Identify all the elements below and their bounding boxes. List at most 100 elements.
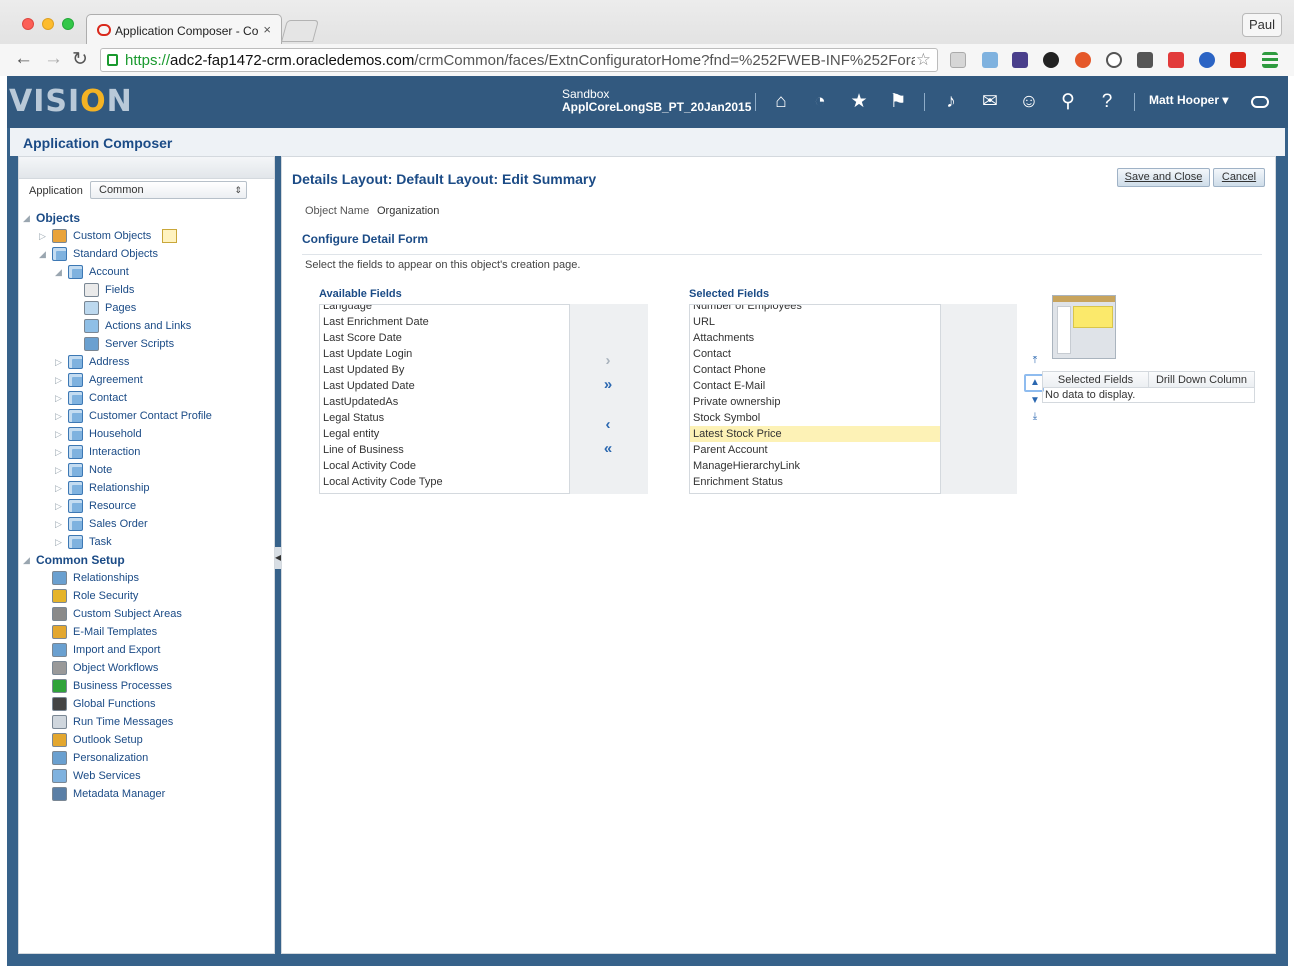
available-field-item[interactable]: Last Update Login: [320, 346, 569, 362]
bookmark-star-icon[interactable]: ☆: [916, 50, 931, 70]
accessibility-icon[interactable]: ☺: [1017, 90, 1041, 114]
signout-icon[interactable]: [1251, 96, 1269, 108]
collapsed-disclosure-icon[interactable]: ▷: [55, 479, 65, 497]
collapsed-disclosure-icon[interactable]: ▷: [55, 497, 65, 515]
tree-object-task[interactable]: ▷ Task: [19, 533, 274, 551]
tree-object-note[interactable]: ▷ Note: [19, 461, 274, 479]
browser-tab-active[interactable]: Application Composer - Co ×: [86, 14, 282, 44]
expanded-disclosure-icon[interactable]: ◢: [23, 209, 33, 227]
tree-setup-metadata-manager[interactable]: Metadata Manager: [19, 785, 274, 803]
save-and-close-button[interactable]: Save and Close: [1117, 168, 1210, 187]
browser-menu-icon[interactable]: [1262, 52, 1278, 68]
expanded-disclosure-icon[interactable]: ◢: [23, 551, 33, 569]
extension-in-icon[interactable]: [950, 52, 966, 68]
available-field-item[interactable]: LastUpdatedAs: [320, 394, 569, 410]
move-all-right-icon[interactable]: »: [597, 376, 619, 394]
tree-object-contact[interactable]: ▷ Contact: [19, 389, 274, 407]
selected-field-item[interactable]: ManageHierarchyLink: [690, 458, 940, 474]
messages-icon[interactable]: ✉: [978, 90, 1002, 114]
reload-icon[interactable]: ↻: [72, 48, 88, 71]
drill-header-drill-down-column[interactable]: Drill Down Column: [1149, 372, 1254, 388]
selected-field-item[interactable]: Private ownership: [690, 394, 940, 410]
tree-object-household[interactable]: ▷ Household: [19, 425, 274, 443]
window-minimize-button[interactable]: [42, 18, 54, 30]
tree-object-interaction[interactable]: ▷ Interaction: [19, 443, 274, 461]
collapsed-disclosure-icon[interactable]: ▷: [55, 425, 65, 443]
available-field-item[interactable]: Local Activity Code Type: [320, 474, 569, 490]
collapsed-disclosure-icon[interactable]: ▷: [55, 389, 65, 407]
tree-common-setup-heading[interactable]: ◢ Common Setup: [19, 551, 274, 569]
available-field-item[interactable]: Legal entity: [320, 426, 569, 442]
tree-setup-import-and-export[interactable]: Import and Export: [19, 641, 274, 659]
drill-header-selected-fields[interactable]: Selected Fields: [1043, 372, 1149, 388]
extension-folder-icon[interactable]: [982, 52, 998, 68]
tree-setup-outlook-setup[interactable]: Outlook Setup: [19, 731, 274, 749]
home-icon[interactable]: ⌂: [769, 90, 793, 114]
create-custom-object-icon[interactable]: [162, 229, 177, 243]
extension-c-icon[interactable]: [1199, 52, 1215, 68]
move-all-left-icon[interactable]: «: [597, 440, 619, 458]
window-maximize-button[interactable]: [62, 18, 74, 30]
extension-heart-icon[interactable]: [1168, 52, 1184, 68]
move-down-icon[interactable]: ▼: [1029, 395, 1041, 407]
collapsed-disclosure-icon[interactable]: ▷: [55, 407, 65, 425]
tree-standard-objects[interactable]: ◢ Standard Objects: [19, 245, 274, 263]
tree-object-agreement[interactable]: ▷ Agreement: [19, 371, 274, 389]
cancel-button[interactable]: Cancel: [1213, 168, 1265, 187]
move-to-top-icon[interactable]: ⤒: [1029, 355, 1041, 367]
help-icon[interactable]: ?: [1095, 90, 1119, 114]
address-bar[interactable]: https://adc2-fap1472-crm.oracledemos.com…: [100, 48, 938, 72]
tree-object-relationship[interactable]: ▷ Relationship: [19, 479, 274, 497]
forward-icon[interactable]: →: [44, 48, 63, 70]
notifications-bell-icon[interactable]: ♪: [939, 90, 963, 114]
selected-field-item[interactable]: Attachments: [690, 330, 940, 346]
available-field-item[interactable]: Last Updated Date: [320, 378, 569, 394]
selected-field-item[interactable]: Latest Stock Price: [690, 426, 940, 442]
tree-setup-relationships[interactable]: Relationships: [19, 569, 274, 587]
tree-account[interactable]: ◢ Account: [19, 263, 274, 281]
new-tab-button[interactable]: [281, 20, 319, 42]
collapsed-disclosure-icon[interactable]: ▷: [55, 353, 65, 371]
search-icon[interactable]: ⚲: [1056, 90, 1080, 114]
available-field-item[interactable]: Line of Business: [320, 442, 569, 458]
window-close-button[interactable]: [22, 18, 34, 30]
expanded-disclosure-icon[interactable]: ◢: [55, 263, 65, 281]
tree-setup-global-functions[interactable]: Global Functions: [19, 695, 274, 713]
available-field-item[interactable]: Local Activity Code: [320, 458, 569, 474]
extension-cors-icon[interactable]: [1230, 52, 1246, 68]
available-fields-list[interactable]: Language Last Enrichment Date Last Score D…: [319, 304, 570, 494]
collapsed-disclosure-icon[interactable]: ▷: [55, 533, 65, 551]
selected-field-item[interactable]: Stock Symbol: [690, 410, 940, 426]
application-select[interactable]: Common ⇕: [90, 181, 247, 199]
tree-setup-web-services[interactable]: Web Services: [19, 767, 274, 785]
collapsed-disclosure-icon[interactable]: ▷: [55, 371, 65, 389]
available-field-item[interactable]: Language: [320, 305, 569, 314]
tree-account-actions-and-links[interactable]: Actions and Links: [19, 317, 274, 335]
move-to-bottom-icon[interactable]: ⤓: [1029, 411, 1041, 423]
sandbox-indicator[interactable]: Sandbox ApplCoreLongSB_PT_20Jan2015: [562, 88, 751, 114]
extension-pocket-icon[interactable]: [1137, 52, 1153, 68]
tree-setup-e-mail-templates[interactable]: E-Mail Templates: [19, 623, 274, 641]
profile-button[interactable]: Paul: [1242, 13, 1282, 37]
tree-setup-run-time-messages[interactable]: Run Time Messages: [19, 713, 274, 731]
selected-field-item[interactable]: URL: [690, 314, 940, 330]
collapsed-disclosure-icon[interactable]: ▷: [55, 515, 65, 533]
extension-info-icon[interactable]: [1106, 52, 1122, 68]
expanded-disclosure-icon[interactable]: ◢: [39, 245, 49, 263]
tab-close-icon[interactable]: ×: [263, 22, 271, 37]
tree-setup-role-security[interactable]: Role Security: [19, 587, 274, 605]
favorites-star-icon[interactable]: ★: [847, 90, 871, 114]
flag-icon[interactable]: ⚑: [886, 90, 910, 114]
selected-field-item[interactable]: Contact E-Mail: [690, 378, 940, 394]
tree-objects-heading[interactable]: ◢ Objects: [19, 209, 274, 227]
selected-field-item[interactable]: Enrichment Status: [690, 474, 940, 490]
collapsed-disclosure-icon[interactable]: ▷: [55, 461, 65, 479]
selected-fields-list[interactable]: Number of Employees URL Attachments Contact…: [689, 304, 941, 494]
tree-object-resource[interactable]: ▷ Resource: [19, 497, 274, 515]
tree-account-fields[interactable]: Fields: [19, 281, 274, 299]
tree-custom-objects[interactable]: ▷ Custom Objects: [19, 227, 274, 245]
available-field-item[interactable]: Legal Status: [320, 410, 569, 426]
move-right-icon[interactable]: ›: [597, 352, 619, 370]
available-field-item[interactable]: Last Enrichment Date: [320, 314, 569, 330]
selected-field-item[interactable]: Number of Employees: [690, 305, 940, 314]
